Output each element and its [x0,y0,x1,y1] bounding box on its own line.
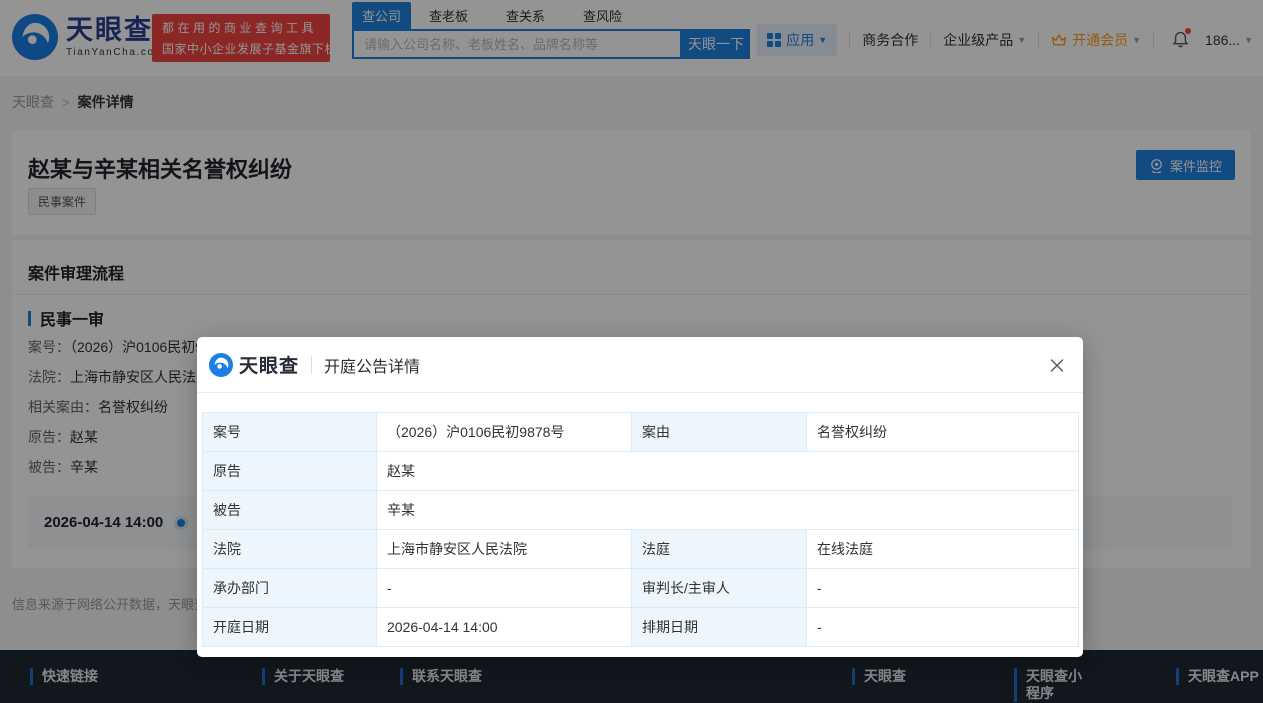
table-value-cell: 辛某 [377,491,1079,530]
close-icon [1049,357,1065,374]
table-value-cell: （2026）沪0106民初9878号 [377,413,632,452]
modal-logo-brand: 天眼查 [239,351,299,378]
table-value-cell: 在线法庭 [807,530,1079,569]
hearing-detail-table: 案号（2026）沪0106民初9878号案由名誉权纠纷原告赵某被告辛某法院上海市… [202,412,1079,647]
table-value-cell: 2026-04-14 14:00 [377,608,632,647]
table-value-cell: 名誉权纠纷 [807,413,1079,452]
table-label-cell: 法庭 [632,530,807,569]
table-value-cell: - [377,569,632,608]
modal-body: 案号（2026）沪0106民初9878号案由名誉权纠纷原告赵某被告辛某法院上海市… [197,393,1083,647]
table-label-cell: 案号 [203,413,377,452]
table-label-cell: 排期日期 [632,608,807,647]
table-row: 法院上海市静安区人民法院法庭在线法庭 [203,530,1079,569]
modal-header: 天眼查 开庭公告详情 [197,337,1083,393]
table-label-cell: 法院 [203,530,377,569]
table-row: 承办部门-审判长/主审人- [203,569,1079,608]
table-value-cell: 赵某 [377,452,1079,491]
table-value-cell: 上海市静安区人民法院 [377,530,632,569]
table-label-cell: 被告 [203,491,377,530]
table-value-cell: - [807,608,1079,647]
table-label-cell: 案由 [632,413,807,452]
table-value-cell: - [807,569,1079,608]
table-label-cell: 审判长/主审人 [632,569,807,608]
table-row: 案号（2026）沪0106民初9878号案由名誉权纠纷 [203,413,1079,452]
table-row: 开庭日期2026-04-14 14:00排期日期- [203,608,1079,647]
table-label-cell: 开庭日期 [203,608,377,647]
table-row: 原告赵某 [203,452,1079,491]
table-row: 被告辛某 [203,491,1079,530]
modal-title: 开庭公告详情 [324,353,420,377]
tianyancha-swirl-icon [209,353,233,377]
page: 天眼查 TianYanCha.com 都在用的商业查询工具 国家中小企业发展子基… [0,0,1263,703]
hearing-detail-modal: 天眼查 开庭公告详情 案号（2026）沪0106民初9878号案由名誉权纠纷原告… [197,337,1083,657]
table-label-cell: 承办部门 [203,569,377,608]
modal-header-divider [311,356,312,374]
modal-close-button[interactable] [1043,351,1071,379]
table-label-cell: 原告 [203,452,377,491]
